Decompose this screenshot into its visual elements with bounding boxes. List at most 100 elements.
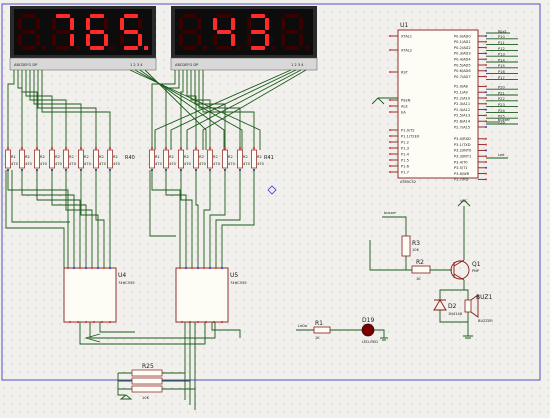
u1-pin-label: P1.5 <box>401 158 409 162</box>
segment-c <box>299 34 303 46</box>
resistor-label: R2 <box>243 155 248 159</box>
u1-pin-label: P1.0/T2 <box>401 128 415 132</box>
segment-dp <box>144 46 148 50</box>
segment-dp <box>305 46 309 50</box>
u1-pin-label: P2.0/A8 <box>454 85 469 89</box>
d19-ref: D19 <box>362 317 374 324</box>
r3-value: 10K <box>412 248 420 252</box>
segment-b <box>299 18 303 30</box>
segment-g <box>124 30 138 34</box>
segment-dp <box>110 46 114 50</box>
resistor-value: 470 <box>113 162 121 166</box>
resistor-label: R1 <box>11 155 16 159</box>
segment-a <box>183 14 197 18</box>
resistor-value: 470 <box>228 162 236 166</box>
segment-b <box>36 18 40 30</box>
segment-f <box>281 18 285 30</box>
rbank1-ref: R40 <box>125 155 135 161</box>
net-label: P17 <box>498 76 505 80</box>
display2-pins-label: ABCDEFG DP <box>175 63 199 67</box>
resistor-label: R2 <box>257 155 262 159</box>
segment-g <box>285 30 299 34</box>
u1-pin-label: P0.6/AD6 <box>454 69 471 73</box>
segment-e <box>120 34 124 46</box>
q1-type: PNP <box>472 269 480 273</box>
resistor-value: 470 <box>169 162 177 166</box>
display2-com-label: 1 2 3 4 <box>291 63 304 67</box>
u1-pin-label: P1.3 <box>401 146 409 150</box>
segment-b <box>104 18 108 30</box>
segment-e <box>179 34 183 46</box>
resistor-value: 470 <box>99 162 107 166</box>
segment-a <box>124 14 138 18</box>
u1-pin-label: P0.2/AD2 <box>454 46 471 50</box>
resistor-value: 470 <box>84 162 92 166</box>
net-label: P15 <box>498 64 505 68</box>
segment-g <box>56 30 70 34</box>
segment-dp <box>76 46 80 50</box>
resistor-label: R2 <box>199 155 204 159</box>
segment-f <box>213 18 217 30</box>
segment-d <box>183 46 197 50</box>
segment-b <box>265 18 269 30</box>
segment-e <box>213 34 217 46</box>
segment-a <box>217 14 231 18</box>
segment-c <box>197 34 201 46</box>
seven-segment-display-1[interactable]: ABCDEFG DP 1 2 3 4 <box>9 6 157 71</box>
r1-ref: R1 <box>315 320 323 327</box>
segment-g <box>251 30 265 34</box>
rbank2-ref: R41 <box>264 155 274 161</box>
u1-pin-label: P2.6/A14 <box>454 120 471 124</box>
segment-dp <box>271 46 275 50</box>
schematic-canvas[interactable]: ABCDEFG DP 1 2 3 4 ABCDEFG DP 1 2 3 4 R1… <box>0 0 550 418</box>
r2-value: 1K <box>416 277 421 281</box>
seven-segment-display-2[interactable]: ABCDEFG DP 1 2 3 4 <box>170 6 318 71</box>
u1-pin-label: P1.6 <box>401 164 410 168</box>
resistor-value: 470 <box>199 162 207 166</box>
segment-b <box>70 18 74 30</box>
r25-value: 10K <box>142 396 150 400</box>
u1-pin-label: P3.2/INT0 <box>454 149 472 153</box>
u1-pin-label: RST <box>401 70 409 74</box>
u1-pin-label: P1.4 <box>401 152 410 156</box>
segment-d <box>251 46 265 50</box>
u5-ref: U5 <box>230 272 238 279</box>
u4-ref: U4 <box>118 272 126 279</box>
segment-e <box>247 34 251 46</box>
net-label: Keys <box>498 29 507 33</box>
segment-b <box>197 18 201 30</box>
u1-pin-label: P0.1/AD1 <box>454 40 471 44</box>
resistor-label: R1 <box>155 155 160 159</box>
buz1-type: BUZZER <box>478 319 493 323</box>
resistor-label: R2 <box>69 155 74 159</box>
resistor-value: 470 <box>155 162 163 166</box>
resistor-label: R2 <box>55 155 60 159</box>
resistor-label: R2 <box>184 155 189 159</box>
u1-part: AT89C52 <box>400 180 416 184</box>
buz1-ref: BUZ1 <box>476 294 493 301</box>
segment-a <box>251 14 265 18</box>
u1-buzzer-net: buzzer <box>498 118 511 122</box>
net-label: P11 <box>498 41 505 45</box>
segment-d <box>285 46 299 50</box>
segment-e <box>86 34 90 46</box>
u1-at89c52[interactable]: U1 AT89C52 XTAL1 XTAL2 RST PSEN ALE EA P1.0/T2… <box>389 22 487 184</box>
segment-a <box>22 14 36 18</box>
segment-e <box>18 34 22 46</box>
resistor-label: R2 <box>113 155 118 159</box>
resistor-value: 470 <box>257 162 265 166</box>
segment-f <box>86 18 90 30</box>
u1-ref: U1 <box>400 22 408 29</box>
net-label: P23 <box>498 103 505 107</box>
u1-pin-label: P1.7 <box>401 170 409 174</box>
segment-a <box>56 14 70 18</box>
net-label: P16 <box>498 70 505 74</box>
resistor-value: 470 <box>213 162 221 166</box>
resistor-value: 470 <box>184 162 192 166</box>
segment-dp <box>237 46 241 50</box>
u1-pin-label: P3.0/RXD <box>454 137 471 141</box>
segment-c <box>265 34 269 46</box>
d2-type: 1N4148 <box>448 312 463 316</box>
resistor-value: 470 <box>40 162 48 166</box>
segment-g <box>217 30 231 34</box>
